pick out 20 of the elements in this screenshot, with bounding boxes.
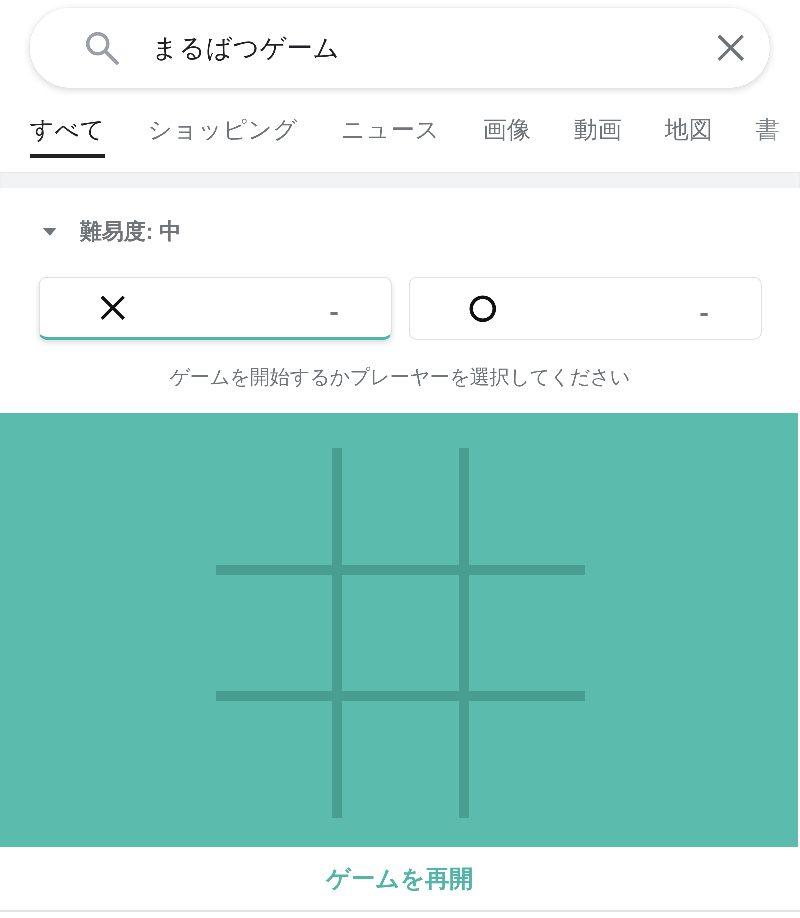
difficulty-label: 難易度: 中: [80, 218, 182, 246]
player-card[interactable]: -: [39, 277, 392, 340]
search-tab[interactable]: すべて: [30, 114, 105, 158]
difficulty-toggle[interactable]: 難易度: 中: [43, 218, 182, 246]
search-field[interactable]: まるばつゲーム: [30, 8, 770, 88]
player-score: -: [700, 296, 709, 326]
search-tab[interactable]: 動画: [574, 114, 622, 158]
circle-icon: [469, 294, 497, 322]
player-score: -: [330, 294, 339, 326]
search-tab[interactable]: 書: [756, 114, 780, 158]
search-tab[interactable]: ショッピング: [148, 114, 298, 158]
close-icon: [717, 34, 745, 62]
search-tab[interactable]: 画像: [483, 114, 531, 158]
hint-text: ゲームを開始するかプレーヤーを選択してください: [170, 366, 630, 391]
cross-icon: [99, 294, 127, 322]
search-tab[interactable]: ニュース: [341, 114, 440, 158]
player-card[interactable]: -: [409, 277, 762, 340]
search-tab[interactable]: 地図: [665, 114, 713, 158]
search-query: まるばつゲーム: [152, 32, 340, 64]
search-icon: [84, 30, 120, 66]
